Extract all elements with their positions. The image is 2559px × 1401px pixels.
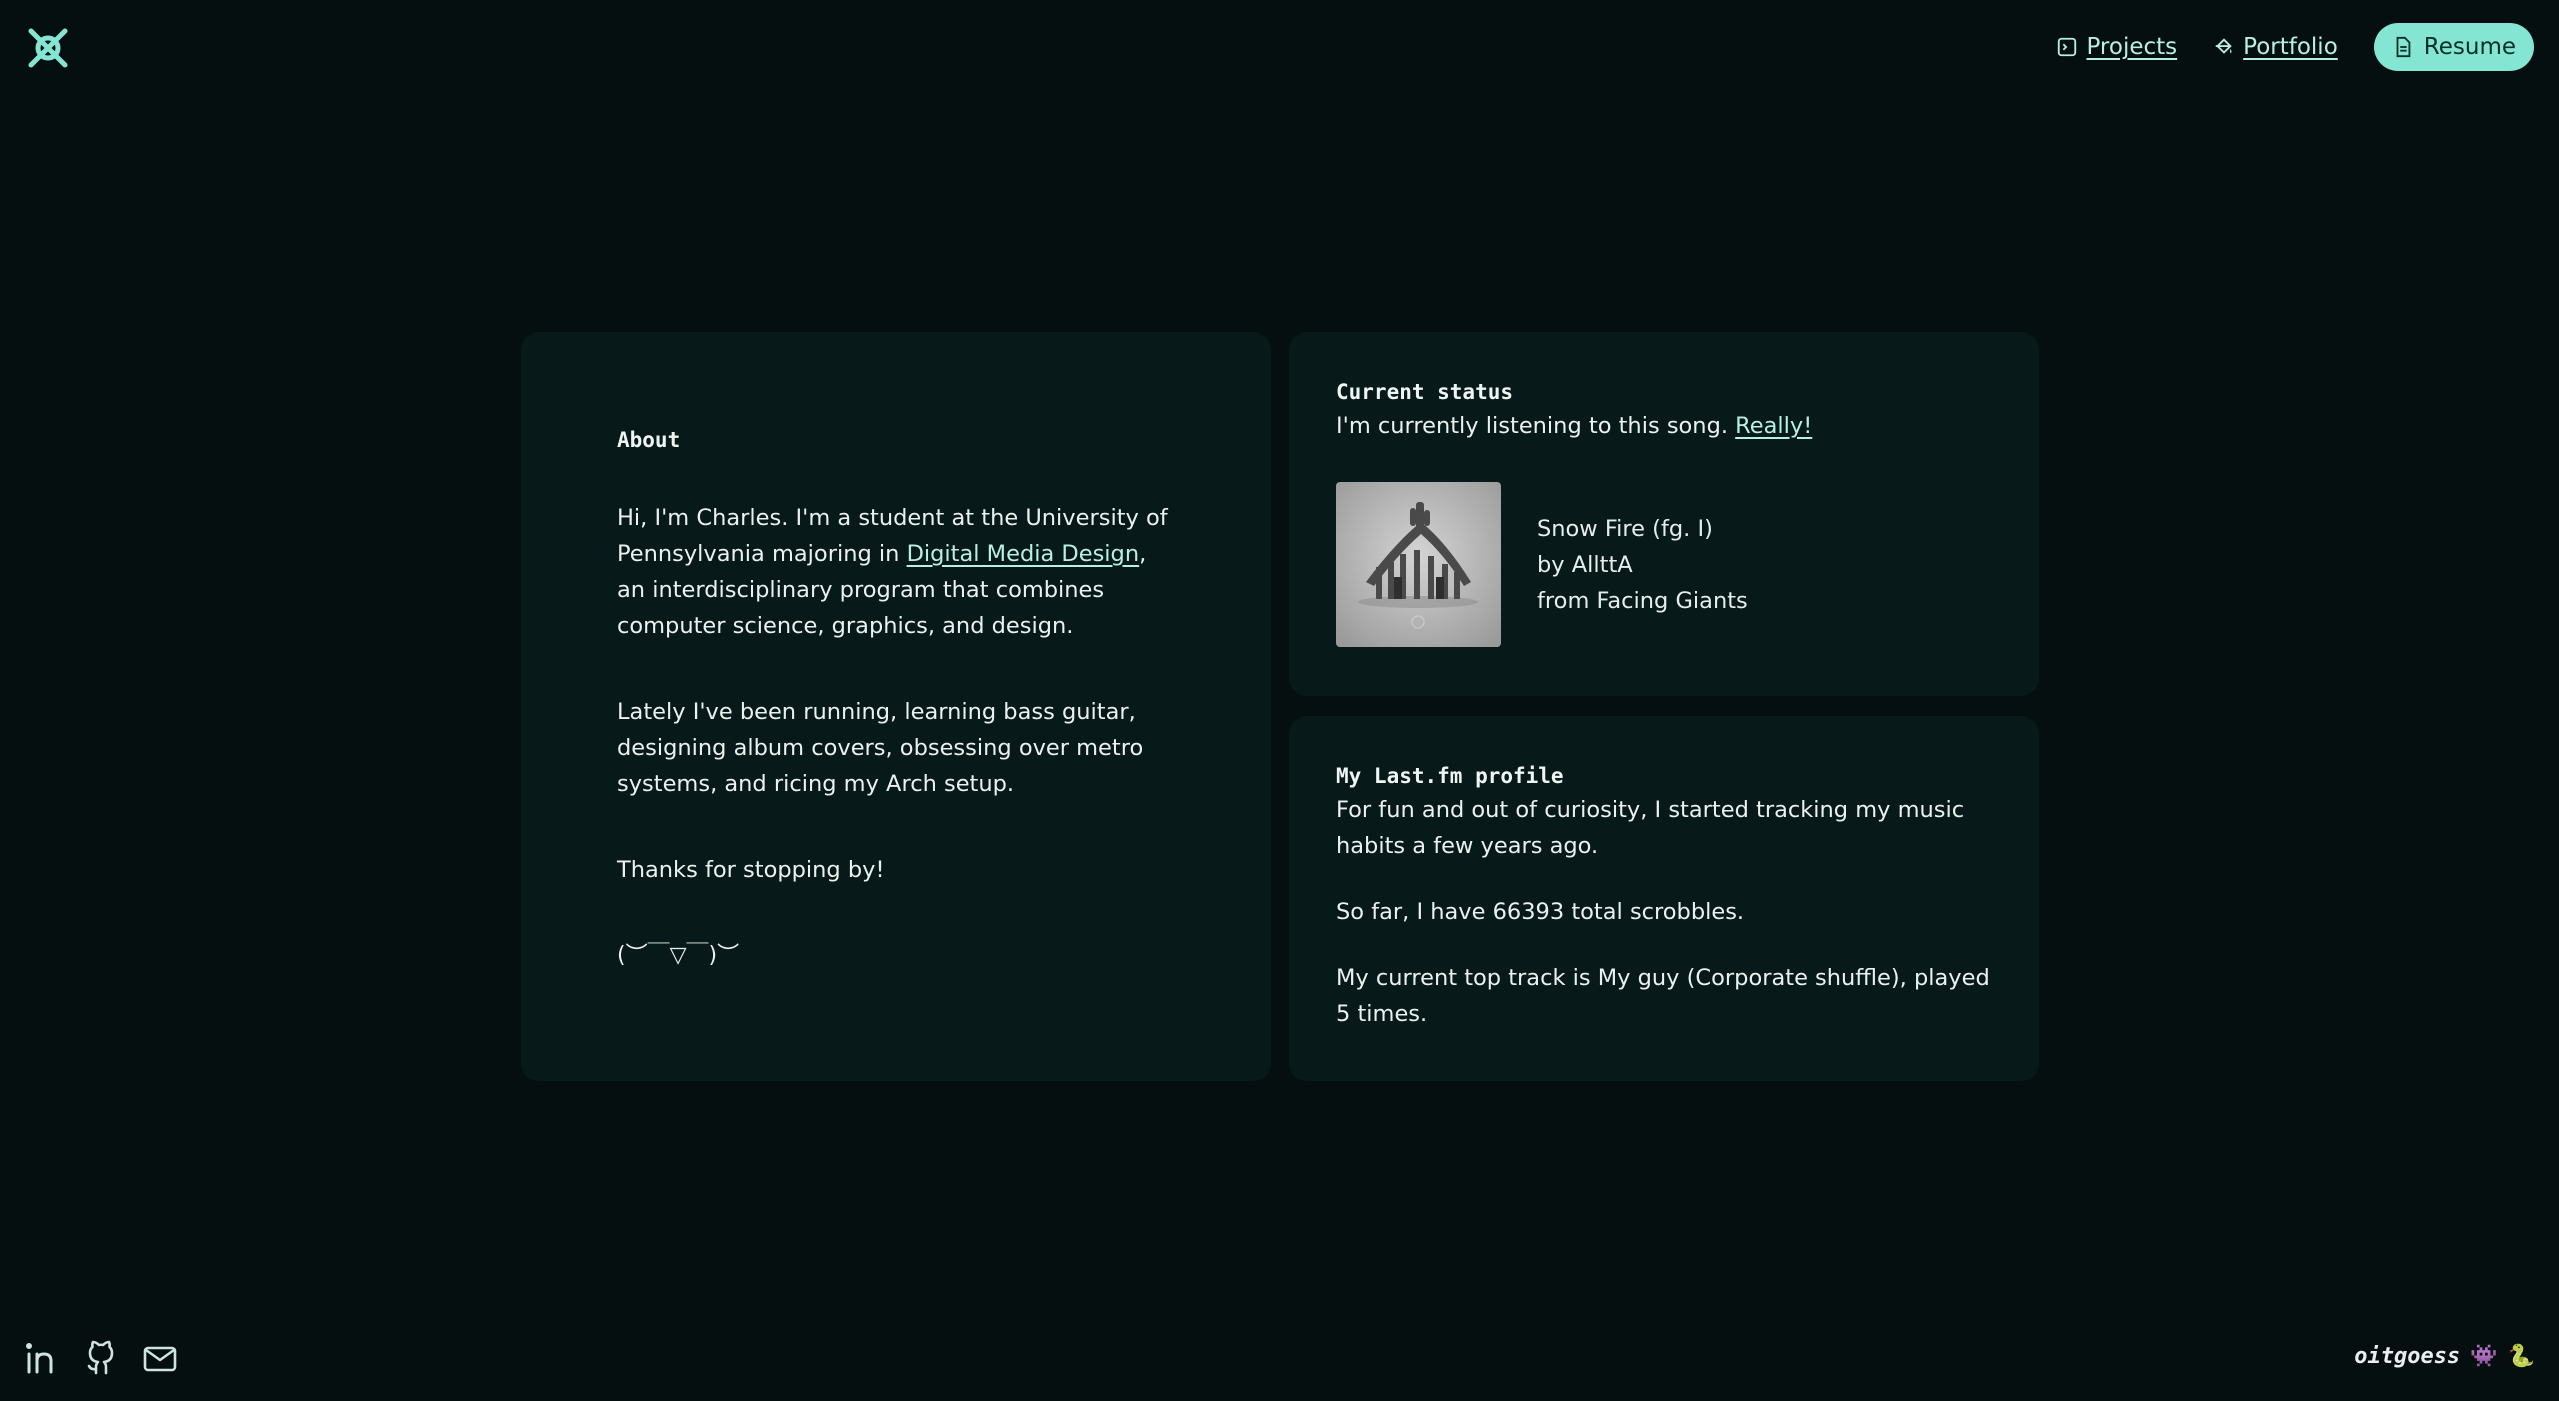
- about-hobbies: Lately I've been running, learning bass …: [617, 699, 1144, 797]
- code-icon: [2058, 37, 2077, 57]
- album-art[interactable]: [1336, 482, 1501, 647]
- nav-portfolio-link[interactable]: Portfolio: [2213, 34, 2338, 60]
- album-art-image: [1336, 482, 1501, 647]
- paint-bucket-icon: [2215, 38, 2232, 54]
- snake-icon: 🐍: [2507, 1344, 2535, 1369]
- now-playing-track: Snow Fire (fg. I) by AllttA from Facing …: [1336, 482, 1992, 647]
- about-title: About: [617, 428, 681, 452]
- signature: oitgoess 👾 🐍: [2354, 1344, 2535, 1369]
- status-line: I'm currently listening to this song. Re…: [1336, 408, 1992, 444]
- really-link[interactable]: Really!: [1735, 413, 1812, 439]
- document-icon: [2396, 36, 2411, 58]
- github-icon: [87, 1340, 114, 1375]
- signature-text: oitgoess: [2354, 1344, 2461, 1369]
- site-logo[interactable]: [26, 26, 70, 70]
- status-title: Current status: [1336, 380, 1514, 404]
- linkedin-icon: [26, 1343, 53, 1374]
- linkedin-link[interactable]: [24, 1340, 60, 1380]
- lastfm-title: My Last.fm profile: [1336, 764, 1564, 788]
- current-status-card: Current status I'm currently listening t…: [1289, 332, 2039, 696]
- nav-portfolio-label: Portfolio: [2243, 34, 2338, 60]
- alien-monster-icon: 👾: [2470, 1344, 2498, 1369]
- github-link[interactable]: [83, 1340, 119, 1380]
- status-text: I'm currently listening to this song.: [1336, 413, 1736, 439]
- nav-projects-link[interactable]: Projects: [2056, 34, 2177, 60]
- lastfm-top-track: My current top track is My guy (Corporat…: [1336, 965, 1990, 1027]
- lastfm-intro: For fun and out of curiosity, I started …: [1336, 797, 1965, 859]
- track-artist: by AllttA: [1537, 551, 1633, 578]
- resume-label: Resume: [2423, 34, 2516, 60]
- lastfm-card: My Last.fm profile For fun and out of cu…: [1289, 716, 2039, 1081]
- nav-projects-label: Projects: [2086, 34, 2178, 60]
- lastfm-scrobbles: So far, I have 66393 total scrobbles.: [1336, 899, 1745, 925]
- about-thanks: Thanks for stopping by!: [617, 857, 885, 883]
- social-links: [24, 1340, 178, 1380]
- about-intro: Hi, I'm Charles. I'm a student at the Un…: [617, 500, 1177, 644]
- kaomoji: (︶￣▽￣)︶: [617, 943, 740, 968]
- mail-icon: [143, 1346, 177, 1372]
- logo-icon: [28, 28, 68, 68]
- track-album: from Facing Giants: [1537, 587, 1748, 614]
- dmd-link[interactable]: Digital Media Design: [907, 541, 1140, 567]
- track-info: Snow Fire (fg. I) by AllttA from Facing …: [1537, 511, 1748, 619]
- about-card: About Hi, I'm Charles. I'm a student at …: [521, 332, 1271, 1081]
- top-nav: Projects Portfolio Resume: [2056, 23, 2534, 71]
- track-name: Snow Fire (fg. I): [1537, 515, 1713, 542]
- resume-button[interactable]: Resume: [2373, 23, 2534, 71]
- email-link[interactable]: [142, 1340, 178, 1380]
